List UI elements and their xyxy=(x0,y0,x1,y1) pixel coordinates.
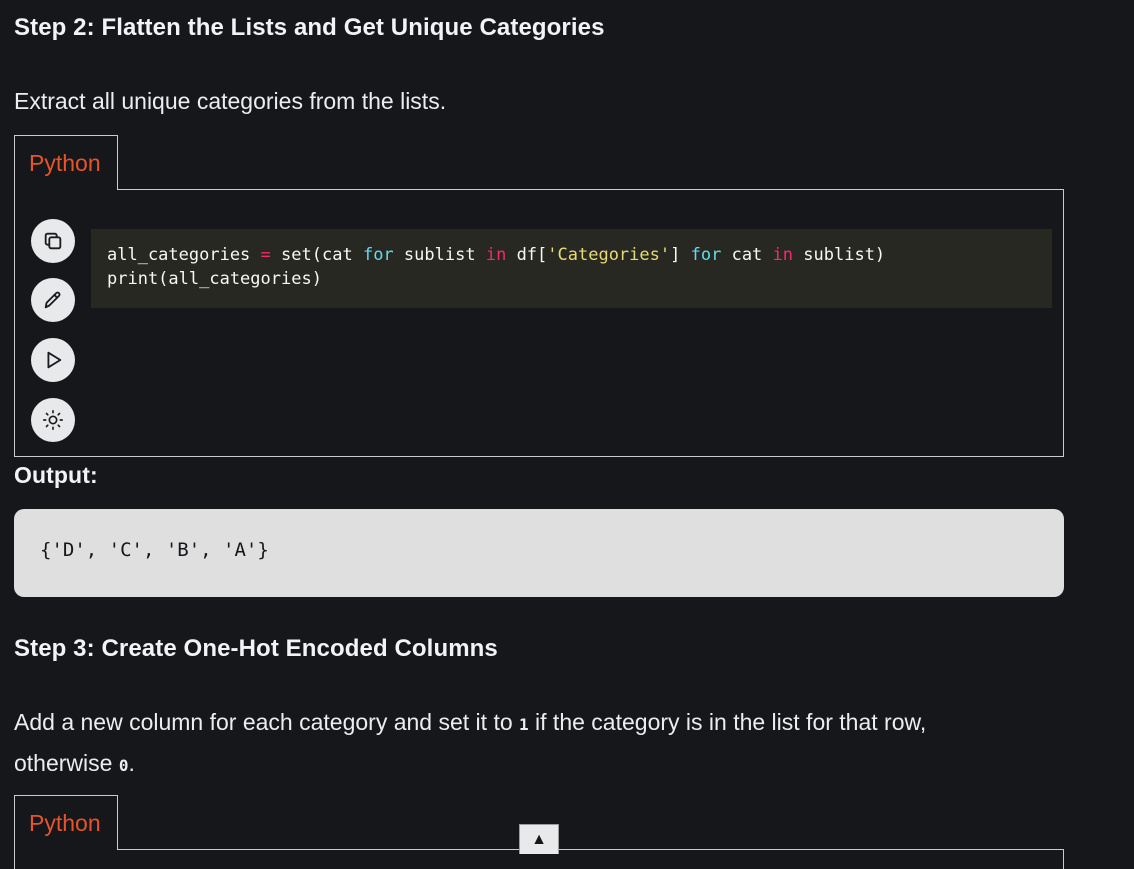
scroll-top-icon: ▲ xyxy=(531,830,547,848)
tab-python[interactable]: Python xyxy=(14,135,118,190)
copy-icon xyxy=(44,232,62,250)
edit-button[interactable] xyxy=(31,278,75,322)
output-label: Output: xyxy=(14,462,98,488)
output-text: {'D', 'C', 'B', 'A'} xyxy=(40,539,269,561)
code-block[interactable]: all_categories = set(cat for sublist in … xyxy=(91,229,1052,308)
step2-heading: Step 2: Flatten the Lists and Get Unique… xyxy=(14,14,605,41)
scroll-top-button[interactable]: ▲ xyxy=(519,824,559,854)
copy-button[interactable] xyxy=(31,219,75,263)
output-box: {'D', 'C', 'B', 'A'} xyxy=(14,509,1064,597)
step3-heading: Step 3: Create One-Hot Encoded Columns xyxy=(14,635,498,662)
theme-icon xyxy=(43,410,63,430)
code-line-1: all_categories = set(cat for sublist in … xyxy=(107,245,886,265)
step2-description: Extract all unique categories from the l… xyxy=(14,88,447,114)
run-button[interactable] xyxy=(31,338,75,382)
code-frame: all_categories = set(cat for sublist in … xyxy=(14,189,1064,457)
tab-python-2-label: Python xyxy=(29,810,101,836)
inline-code-1: 1 xyxy=(519,715,529,734)
run-icon xyxy=(47,351,62,369)
edit-icon xyxy=(44,291,61,309)
tab-python-label: Python xyxy=(29,150,101,176)
code-line-2: print(all_categories) xyxy=(107,269,322,289)
step3-description: Add a new column for each category and s… xyxy=(14,709,927,776)
theme-toggle-button[interactable] xyxy=(31,398,75,442)
tab-python-2[interactable]: Python xyxy=(14,795,118,850)
